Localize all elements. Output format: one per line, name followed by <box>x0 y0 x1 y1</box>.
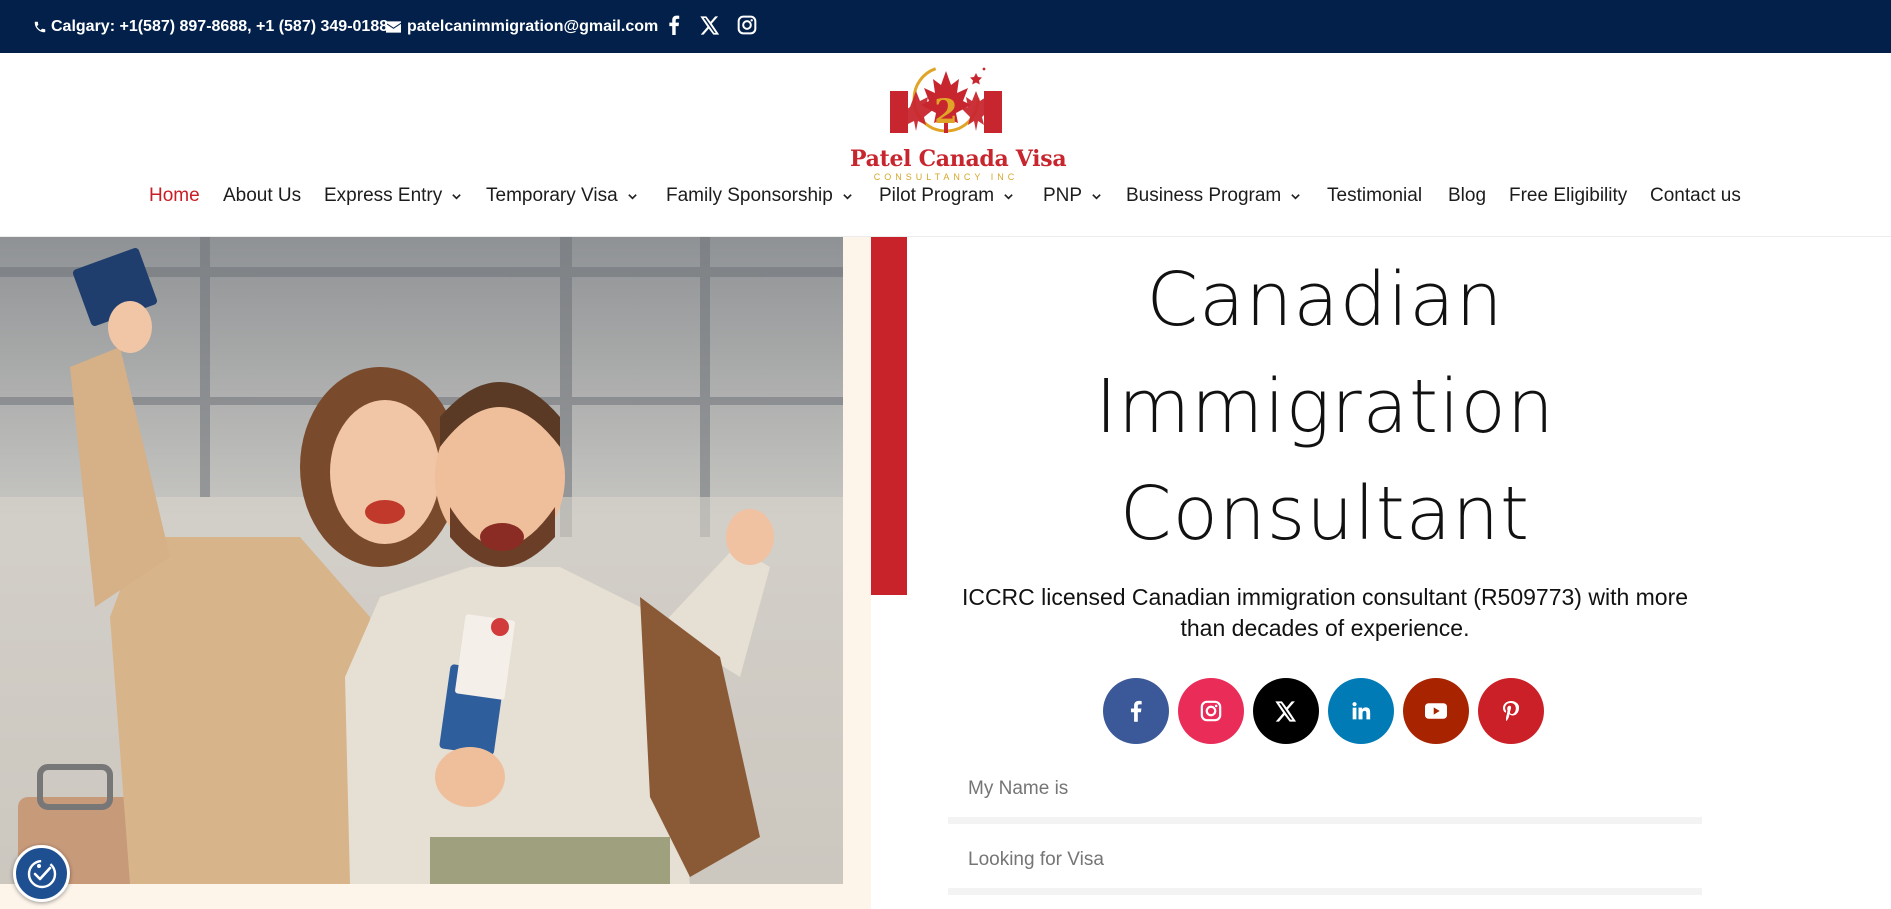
top-contact-bar: Calgary: +1(587) 897-8688, +1 (587) 349-… <box>0 0 1891 53</box>
pinterest-icon <box>1503 701 1519 721</box>
nav-item-about-us[interactable]: About Us <box>223 176 301 216</box>
nav-item-blog[interactable]: Blog <box>1448 176 1486 216</box>
youtube-icon <box>1425 703 1447 719</box>
pinterest-button[interactable] <box>1478 678 1544 744</box>
nav-item-free-eligibility[interactable]: Free Eligibility <box>1509 176 1627 216</box>
chevron-down-icon <box>627 191 638 202</box>
x-icon <box>1275 700 1297 722</box>
maple-leaf-logo-icon: 2 <box>890 65 1002 133</box>
accessibility-icon <box>27 859 56 888</box>
accessibility-button[interactable] <box>13 845 70 902</box>
visa-field[interactable] <box>948 831 1702 895</box>
instagram-button[interactable] <box>1178 678 1244 744</box>
phone-text: Calgary: +1(587) 897-8688, +1 (587) 349-… <box>51 17 389 35</box>
site-header: 2 Patel Canada Visa CONSULTANCY INC Home… <box>0 53 1891 237</box>
chevron-down-icon <box>842 191 853 202</box>
nav-item-temporary-visa[interactable]: Temporary Visa <box>486 176 638 216</box>
x-icon[interactable] <box>698 13 722 37</box>
chevron-down-icon <box>451 191 462 202</box>
headline-line: Immigration <box>1095 364 1555 450</box>
name-field[interactable] <box>948 760 1702 824</box>
facebook-icon <box>1130 700 1142 722</box>
email-contact[interactable]: patelcanimmigration@gmail.com <box>386 0 658 53</box>
main-navigation: Home About Us Express Entry Temporary Vi… <box>0 176 1891 216</box>
facebook-button[interactable] <box>1103 678 1169 744</box>
site-logo[interactable]: 2 Patel Canada Visa CONSULTANCY INC <box>850 61 1067 183</box>
nav-item-pnp[interactable]: PNP <box>1043 176 1102 216</box>
phone-contact[interactable]: Calgary: +1(587) 897-8688, +1 (587) 349-… <box>33 0 388 53</box>
envelope-icon <box>386 20 401 33</box>
cream-accent-panel <box>843 237 871 909</box>
nav-item-home[interactable]: Home <box>149 176 200 216</box>
nav-item-express-entry[interactable]: Express Entry <box>324 176 462 216</box>
instagram-icon[interactable] <box>735 13 759 37</box>
nav-item-family-sponsorship[interactable]: Family Sponsorship <box>666 176 853 216</box>
hero-headline: Canadian Immigration Consultant <box>1000 247 1650 568</box>
nav-item-contact-us[interactable]: Contact us <box>1650 176 1741 216</box>
svg-text:2: 2 <box>934 92 958 132</box>
red-accent-bar <box>871 237 907 595</box>
youtube-button[interactable] <box>1403 678 1469 744</box>
linkedin-button[interactable] <box>1328 678 1394 744</box>
chevron-down-icon <box>1003 191 1014 202</box>
hero-subheadline: ICCRC licensed Canadian immigration cons… <box>961 584 1689 641</box>
linkedin-icon <box>1352 702 1371 720</box>
visa-input[interactable] <box>948 831 1702 888</box>
email-text: patelcanimmigration@gmail.com <box>407 17 659 35</box>
chevron-down-icon <box>1290 191 1301 202</box>
name-input[interactable] <box>948 760 1702 817</box>
cream-accent-strip <box>0 884 871 909</box>
headline-line: Consultant <box>1119 471 1531 557</box>
nav-item-testimonial[interactable]: Testimonial <box>1327 176 1422 216</box>
facebook-icon[interactable] <box>662 13 686 37</box>
hero-photo-couple-with-passports <box>0 237 843 884</box>
instagram-icon <box>1200 700 1222 722</box>
nav-item-business-program[interactable]: Business Program <box>1126 176 1301 216</box>
headline-line: Canadian <box>1146 257 1504 343</box>
nav-item-pilot-program[interactable]: Pilot Program <box>879 176 1014 216</box>
chevron-down-icon <box>1091 191 1102 202</box>
phone-icon <box>33 20 47 34</box>
logo-name: Patel Canada Visa <box>850 146 1067 172</box>
x-button[interactable] <box>1253 678 1319 744</box>
